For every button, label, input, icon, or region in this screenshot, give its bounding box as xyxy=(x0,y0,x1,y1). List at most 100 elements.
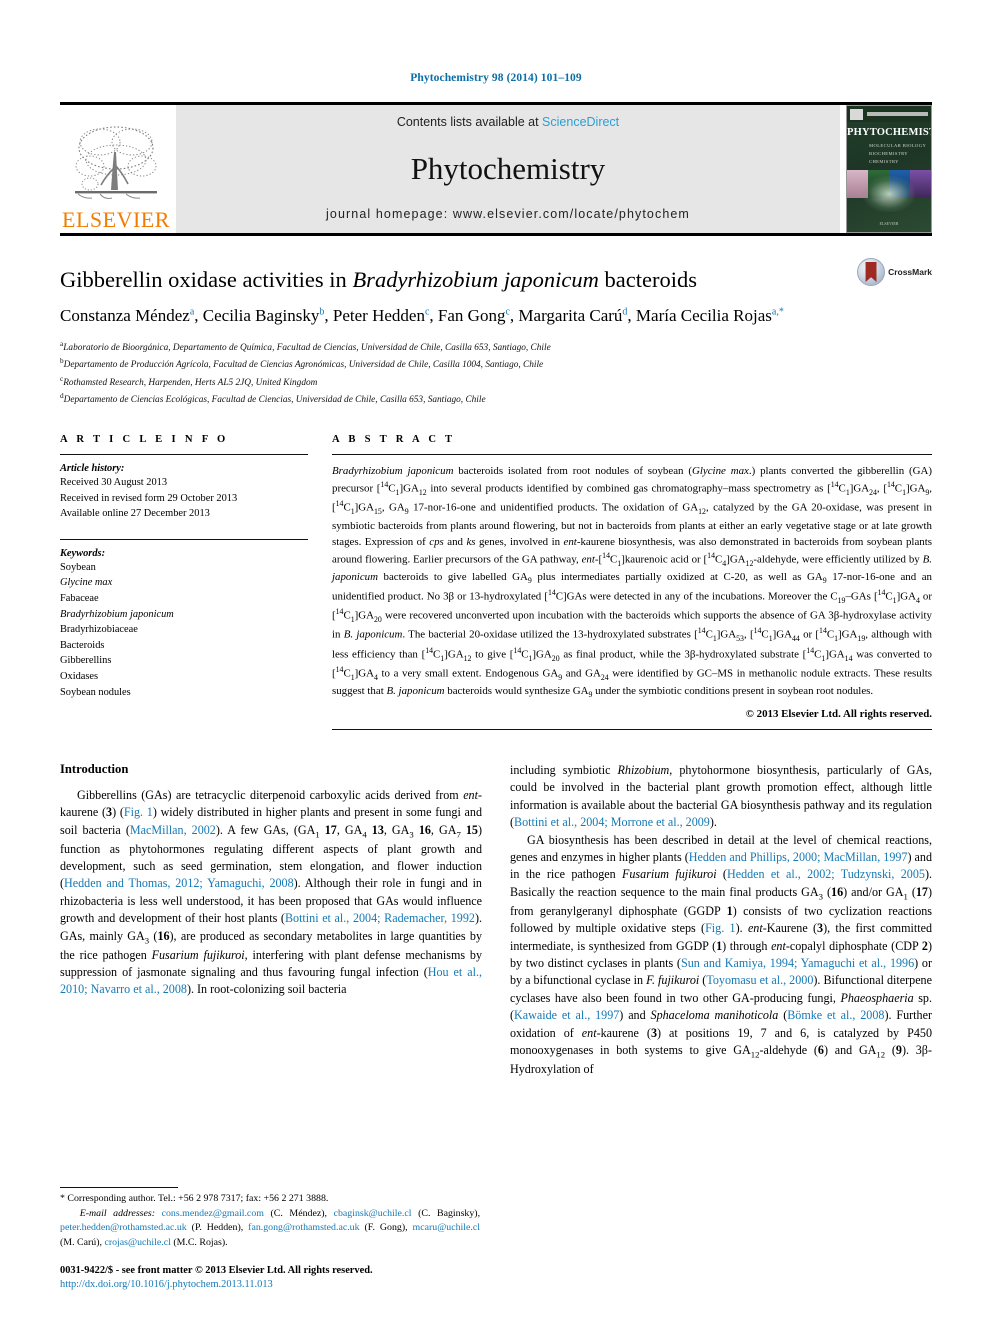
abstract-text: Bradyrhizobium japonicum bacteroids isol… xyxy=(332,464,933,700)
title-block: CrossMark Gibberellin oxidase activities… xyxy=(60,258,932,408)
article-history-item: Received in revised form 29 October 2013 xyxy=(60,492,238,504)
email-link[interactable]: crojas@uchile.cl xyxy=(104,1237,170,1248)
email-link[interactable]: mcaru@uchile.cl xyxy=(413,1222,481,1233)
elsevier-tree-icon xyxy=(75,126,157,199)
cover-elsevier-mark-icon xyxy=(850,108,863,120)
figure-reference-link[interactable]: Fig. 1 xyxy=(705,921,736,935)
journal-title: Phytochemistry xyxy=(410,150,606,186)
author-affil-mark: d xyxy=(622,306,628,318)
journal-cover-thumbnail[interactable]: PHYTOCHEMISTRY MOLECULAR BIOLOGYBIOCHEMI… xyxy=(846,105,932,233)
issn-line: 0031-9422/$ - see front matter © 2013 El… xyxy=(60,1264,373,1276)
email-label: E-mail addresses: xyxy=(79,1207,156,1219)
email-owner: (F. Gong) xyxy=(364,1222,406,1234)
doi-link[interactable]: http://dx.doi.org/10.1016/j.phytochem.20… xyxy=(60,1278,480,1293)
citation-link[interactable]: Hou et al., 2010; Navarro et al., 2008 xyxy=(60,965,482,996)
author[interactable]: Cecilia Baginskyb xyxy=(203,306,325,325)
running-head: Phytochemistry 98 (2014) 101–109 xyxy=(410,72,582,84)
citation-link[interactable]: Bottini et al., 2004; Rademacher, 1992 xyxy=(285,911,475,925)
paper-page: Phytochemistry 98 (2014) 101–109 ELSEVIE… xyxy=(0,0,992,1323)
citation-link[interactable]: Hedden et al., 2002; Tudzynski, 2005 xyxy=(727,867,925,881)
article-history-title: Article history: xyxy=(60,462,125,474)
email-owner: (M.C. Rojas) xyxy=(173,1236,226,1248)
title-species: Bradyrhizobium japonicum xyxy=(352,267,599,292)
author[interactable]: Constanza Méndeza xyxy=(60,306,194,325)
abstract-bottom-rule xyxy=(332,728,932,730)
author-affil-mark: c xyxy=(505,306,510,318)
journal-masthead: ELSEVIER Contents lists available at Sci… xyxy=(60,102,932,233)
journal-band: Contents lists available at ScienceDirec… xyxy=(176,105,840,233)
citation-link[interactable]: Hedden and Phillips, 2000; MacMillan, 19… xyxy=(689,850,908,864)
keyword-item: Bacteroids xyxy=(60,639,105,651)
author[interactable]: Margarita Carúd xyxy=(518,306,627,325)
article-info-rule xyxy=(60,453,308,455)
affiliation-text: Laboratorio de Bioorgánica, Departamento… xyxy=(63,343,551,354)
keyword-item: Bradyrhizobium japonicum xyxy=(60,607,308,623)
email-link[interactable]: cbaginsk@uchile.cl xyxy=(334,1208,412,1219)
title-part-2: bacteroids xyxy=(598,267,697,292)
cover-topbar xyxy=(847,106,931,122)
corresponding-author-note: * Corresponding author. Tel.: +56 2 978 … xyxy=(60,1193,329,1205)
affiliation-text: Rothamsted Research, Harpenden, Herts AL… xyxy=(63,378,318,389)
author[interactable]: Fan Gongc xyxy=(438,306,510,325)
body-columns: Introduction Gibberellins (GAs) are tetr… xyxy=(60,762,932,1078)
info-abstract-row: A R T I C L E I N F O Article history: R… xyxy=(60,434,932,730)
keyword-text: Glycine max xyxy=(60,577,113,589)
author-affil-mark: a xyxy=(189,306,195,318)
figure-reference-link[interactable]: Fig. 1 xyxy=(124,805,153,819)
crossmark-badge-group[interactable]: CrossMark xyxy=(857,258,932,286)
cover-subtitle: MOLECULAR BIOLOGY BIOCHEMISTRY CHEMISTRY xyxy=(869,143,927,164)
keywords-title: Keywords: xyxy=(60,547,106,559)
author-name: María Cecilia Rojas xyxy=(635,306,772,325)
author-name: Fan Gong xyxy=(437,306,506,325)
footnote-block: * Corresponding author. Tel.: +56 2 978 … xyxy=(60,1187,480,1293)
author[interactable]: Peter Heddenc xyxy=(333,306,430,325)
author[interactable]: María Cecilia Rojasa,* xyxy=(636,306,784,325)
email-link[interactable]: fan.gong@rothamsted.ac.uk xyxy=(248,1222,359,1233)
affiliation-text: Departamento de Ciencias Ecológicas, Fac… xyxy=(63,395,486,406)
cover-footer-mark: ELSEVIER xyxy=(879,221,899,226)
body-column-right: including symbiotic Rhizobium, phytohorm… xyxy=(510,762,932,1078)
abstract-column: A B S T R A C T Bradyrhizobium japonicum… xyxy=(332,434,932,730)
footnote-rule xyxy=(60,1187,178,1189)
article-history-item: Available online 27 December 2013 xyxy=(60,508,210,520)
email-addresses-note: E-mail addresses: cons.mendez@gmail.com … xyxy=(60,1207,481,1248)
journal-homepage[interactable]: journal homepage: www.elsevier.com/locat… xyxy=(326,207,690,221)
citation-link[interactable]: MacMillan, 2002 xyxy=(130,823,216,837)
citation-link[interactable]: Toyomasu et al., 2000 xyxy=(706,973,813,987)
keyword-item: Soybean xyxy=(60,561,96,573)
keyword-item: Glycine max xyxy=(60,575,308,591)
keyword-item: Bradyrhizobiaceae xyxy=(60,624,138,636)
citation-link[interactable]: Hedden and Thomas, 2012; Yamaguchi, 2008 xyxy=(64,876,294,890)
author-list: Constanza Méndeza, Cecilia Baginskyb, Pe… xyxy=(60,306,784,325)
citation-link[interactable]: Sun and Kamiya, 1994; Yamaguchi et al., … xyxy=(681,956,914,970)
email-owner: (P. Hedden) xyxy=(191,1222,241,1234)
title-part-1: Gibberellin oxidase activities in xyxy=(60,267,353,292)
author-affil-mark: a,* xyxy=(771,306,784,318)
contents-available-line: Contents lists available at ScienceDirec… xyxy=(397,115,619,129)
affiliation-item: cRothamsted Research, Harpenden, Herts A… xyxy=(60,373,932,391)
citation-link[interactable]: Kawaide et al., 1997 xyxy=(514,1008,619,1022)
section-heading-introduction: Introduction xyxy=(60,761,129,776)
sciencedirect-link[interactable]: ScienceDirect xyxy=(542,115,619,129)
abstract-heading: A B S T R A C T xyxy=(332,433,456,445)
affiliation-item: bDepartamento de Producción Agrícola, Fa… xyxy=(60,355,932,373)
citation-link[interactable]: Bömke et al., 2008 xyxy=(787,1008,884,1022)
page-title: Gibberellin oxidase activities in Bradyr… xyxy=(60,266,932,293)
author-affil-mark: c xyxy=(424,306,430,318)
abstract-rule xyxy=(332,453,932,455)
body-column-left: Introduction Gibberellins (GAs) are tetr… xyxy=(60,762,482,1078)
affiliation-item: aLaboratorio de Bioorgánica, Departament… xyxy=(60,338,932,356)
email-owner: (C. Baginsky) xyxy=(418,1207,478,1219)
article-history-item: Received 30 August 2013 xyxy=(60,476,168,488)
masthead-bottom-rule xyxy=(60,233,932,236)
author-name: Cecilia Baginsky xyxy=(202,306,320,325)
crossmark-label: CrossMark xyxy=(888,267,932,277)
email-link[interactable]: cons.mendez@gmail.com xyxy=(162,1208,264,1219)
citation-link[interactable]: Bottini et al., 2004; Morrone et al., 20… xyxy=(514,815,710,829)
keyword-item: Fabaceae xyxy=(60,592,99,604)
affiliation-item: dDepartamento de Ciencias Ecológicas, Fa… xyxy=(60,390,932,408)
cover-glow xyxy=(863,176,915,213)
email-owner: (C. Méndez) xyxy=(270,1207,325,1219)
email-link[interactable]: peter.hedden@rothamsted.ac.uk xyxy=(60,1222,187,1233)
keywords-rule xyxy=(60,538,308,540)
